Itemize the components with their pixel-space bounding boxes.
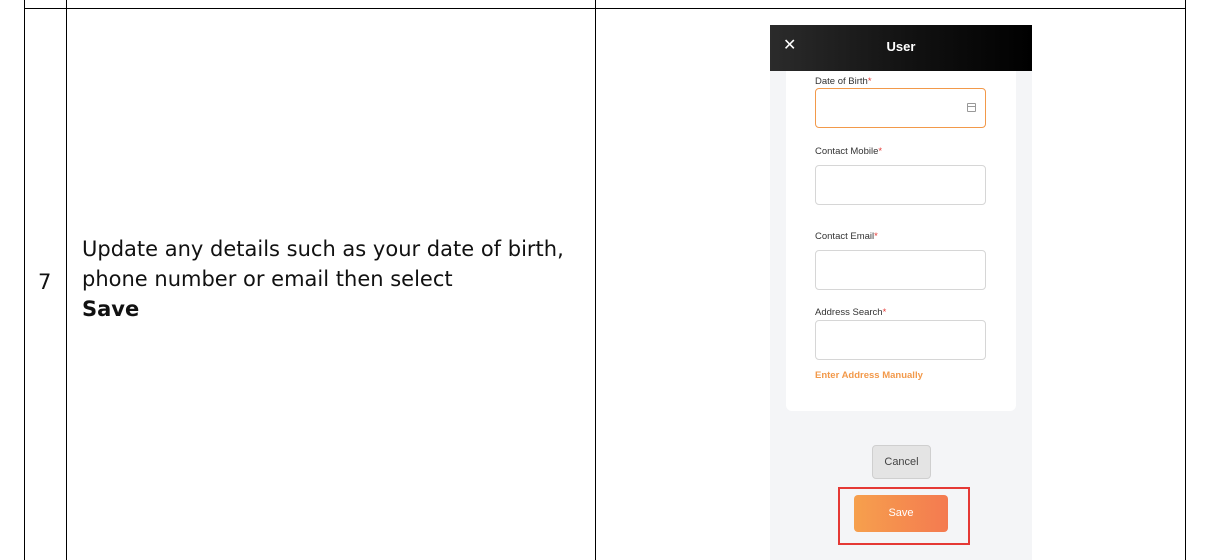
date-of-birth-field[interactable] [815,88,986,128]
dob-label: Date of Birth* [815,76,872,87]
table-border-right [1185,0,1186,560]
save-button[interactable]: Save [854,495,948,532]
table-border-col2 [595,0,596,560]
address-search-field[interactable] [815,320,986,360]
table-border-col1 [66,0,67,560]
table-border-top [24,8,1186,9]
step-number: 7 [38,270,52,294]
instruction-save-keyword: Save [82,297,140,321]
address-label: Address Search* [815,307,887,318]
phone-screenshot: ✕ User Date of Birth* Contact Mobile* Co… [770,25,1032,560]
cancel-button[interactable]: Cancel [872,445,931,479]
instruction-text: Update any details such as your date of … [82,237,564,291]
page-title: User [886,39,916,54]
contact-email-field[interactable] [815,250,986,290]
calendar-icon[interactable] [967,103,976,112]
step-instruction: Update any details such as your date of … [82,234,592,324]
table-border-left [24,0,25,560]
mobile-label: Contact Mobile* [815,146,883,157]
contact-mobile-field[interactable] [815,165,986,205]
email-label: Contact Email* [815,231,878,242]
enter-address-manually-link[interactable]: Enter Address Manually [815,370,923,381]
app-header: ✕ User [770,25,1032,71]
